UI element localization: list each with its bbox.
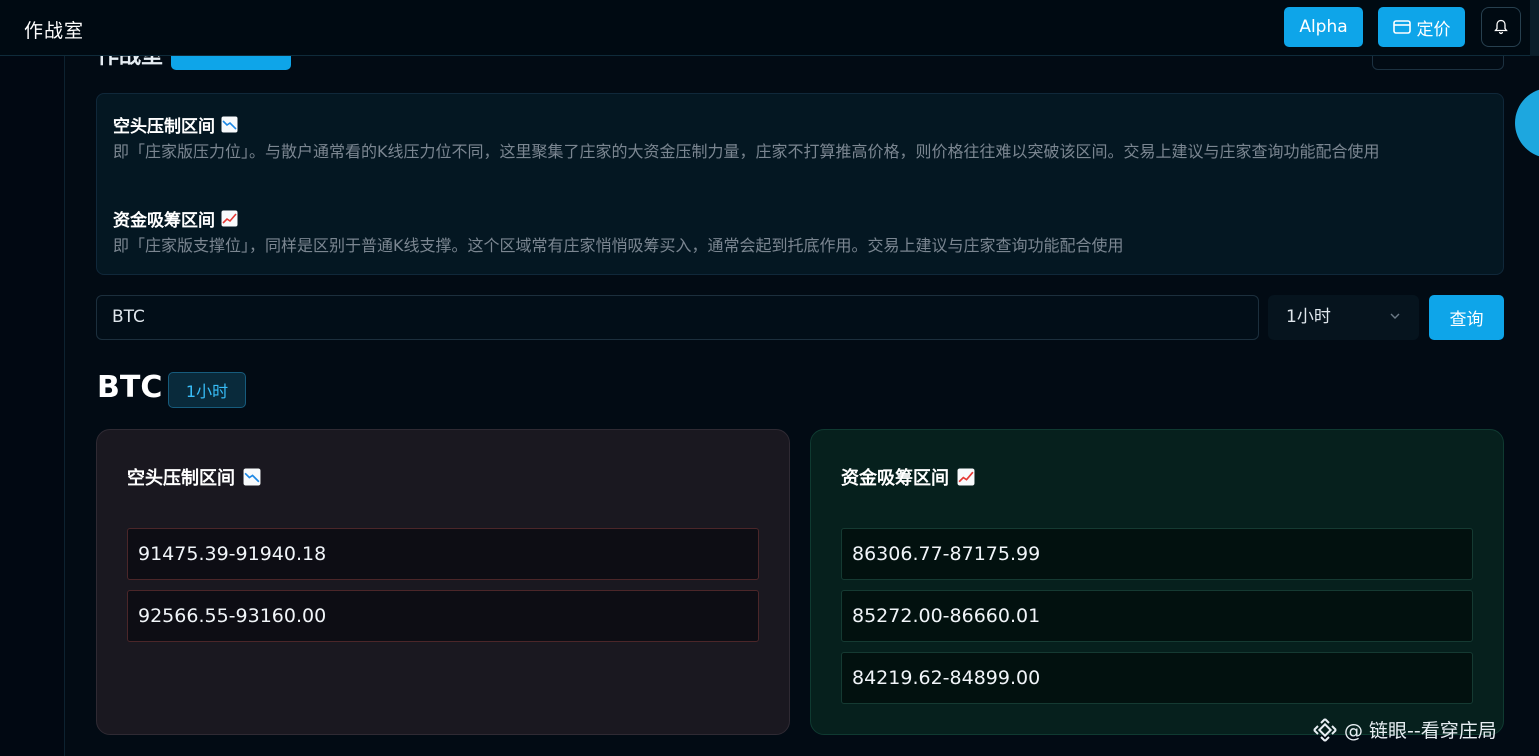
pricing-label: 定价 (1416, 19, 1451, 40)
info-long-title: 资金吸筹区间 (113, 206, 238, 231)
chart-up-icon (221, 210, 238, 227)
short-zone-row: 91475.39-91940.18 (127, 528, 759, 580)
result-symbol: BTC (97, 370, 163, 405)
card-icon (1392, 20, 1411, 34)
short-zone-row: 92566.55-93160.00 (127, 590, 759, 642)
timeframe-badge: 1小时 (168, 372, 246, 408)
short-pressure-panel: 空头压制区间 91475.39-91940.18 92566.55-93160.… (96, 429, 790, 735)
accumulation-panel: 资金吸筹区间 86306.77-87175.99 85272.00-86660.… (810, 429, 1504, 735)
bell-icon (1494, 19, 1508, 35)
chevron-down-icon (1390, 313, 1400, 319)
top-bar: 作战室 Alpha 定价 (0, 0, 1539, 56)
chart-down-icon (221, 116, 238, 133)
info-long-desc: 即「庄家版支撑位」，同样是区别于普通K线支撑。这个区域常有庄家悄悄吸筹买入，通常… (113, 236, 1124, 255)
alpha-button[interactable]: Alpha (1284, 7, 1363, 47)
watermark-text: @ 链眼--看穿庄局 (1344, 720, 1497, 742)
timeframe-value: 1小时 (1286, 307, 1331, 327)
scrollbar[interactable] (1530, 0, 1539, 56)
info-short-desc: 即「庄家版压力位」。与散户通常看的K线压力位不同，这里聚集了庄家的大资金压制力量… (113, 142, 1380, 161)
query-button[interactable]: 查询 (1429, 295, 1504, 340)
notifications-button[interactable] (1481, 7, 1521, 47)
long-zone-row: 84219.62-84899.00 (841, 652, 1473, 704)
watermark: @ 链眼--看穿庄局 (1312, 716, 1497, 743)
long-zone-row: 86306.77-87175.99 (841, 528, 1473, 580)
info-card: 空头压制区间 即「庄家版压力位」。与散户通常看的K线压力位不同，这里聚集了庄家的… (96, 93, 1504, 275)
timeframe-select[interactable]: 1小时 (1268, 295, 1419, 340)
long-zone-row: 85272.00-86660.01 (841, 590, 1473, 642)
chart-up-icon (957, 468, 975, 486)
sidebar (0, 56, 65, 756)
chart-down-icon (243, 468, 261, 486)
symbol-input[interactable]: BTC (96, 295, 1259, 340)
floating-action-button[interactable] (1515, 88, 1539, 158)
short-panel-title: 空头压制区间 (127, 464, 261, 490)
long-panel-title: 资金吸筹区间 (841, 464, 975, 490)
binance-logo-icon (1313, 717, 1337, 742)
pricing-button[interactable]: 定价 (1378, 7, 1465, 47)
info-short-title: 空头压制区间 (113, 112, 238, 137)
app-title: 作战室 (24, 20, 85, 42)
